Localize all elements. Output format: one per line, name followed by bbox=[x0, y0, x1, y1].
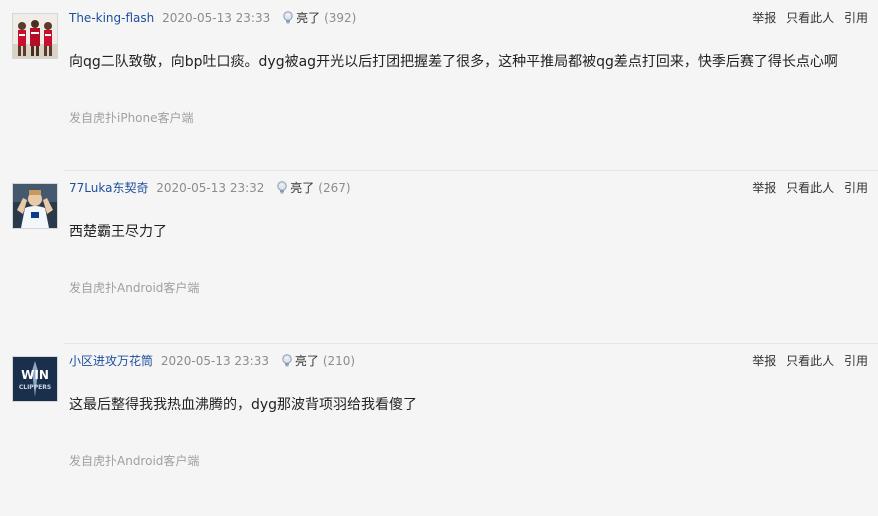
light-label: 亮了 bbox=[290, 181, 315, 195]
only-this-user-link[interactable]: 只看此人 bbox=[786, 354, 834, 368]
user-avatar[interactable]: WIN CLIPPERS bbox=[12, 356, 58, 402]
clippers-logo-avatar: WIN CLIPPERS bbox=[13, 357, 57, 401]
quote-link[interactable]: 引用 bbox=[844, 11, 868, 25]
quote-link[interactable]: 引用 bbox=[844, 354, 868, 368]
lightbulb-icon bbox=[282, 354, 292, 367]
post-actions: 举报 只看此人 引用 bbox=[746, 353, 868, 369]
post-time: 2020-05-13 23:33 bbox=[162, 11, 271, 25]
report-link[interactable]: 举报 bbox=[752, 354, 776, 368]
post-time: 2020-05-13 23:33 bbox=[160, 354, 269, 368]
only-this-user-link[interactable]: 只看此人 bbox=[786, 181, 834, 195]
svg-text:WIN: WIN bbox=[21, 368, 49, 382]
post-content: 这最后整得我我热血沸腾的，dyg那波背项羽给我看傻了 bbox=[69, 397, 418, 413]
post-meta: 77Luka东契奇 2020-05-13 23:32 亮了 (267) bbox=[69, 180, 351, 196]
player-photo-avatar bbox=[13, 184, 57, 228]
lightbulb-icon bbox=[283, 11, 293, 24]
light-count: (392) bbox=[324, 11, 357, 25]
reply-post: 77Luka东契奇 2020-05-13 23:32 亮了 (267) 举报 只看… bbox=[0, 170, 878, 343]
light-button[interactable]: 亮了 (392) bbox=[282, 10, 356, 26]
username-link[interactable]: 小区进攻万花筒 bbox=[69, 354, 153, 368]
report-link[interactable]: 举报 bbox=[752, 181, 776, 195]
only-this-user-link[interactable]: 只看此人 bbox=[786, 11, 834, 25]
lightbulb-icon bbox=[277, 181, 287, 194]
report-link[interactable]: 举报 bbox=[752, 11, 776, 25]
username-link[interactable]: 77Luka东契奇 bbox=[69, 181, 148, 195]
light-label: 亮了 bbox=[296, 11, 321, 25]
post-actions: 举报 只看此人 引用 bbox=[746, 180, 868, 196]
team-photo-avatar bbox=[13, 14, 57, 58]
light-label: 亮了 bbox=[294, 354, 319, 368]
post-divider bbox=[64, 170, 878, 171]
svg-text:CLIPPERS: CLIPPERS bbox=[19, 384, 51, 391]
post-source: 发自虎扑Android客户端 bbox=[69, 454, 200, 468]
post-divider bbox=[64, 343, 878, 344]
post-meta: 小区进攻万花筒 2020-05-13 23:33 亮了 (210) bbox=[69, 353, 355, 369]
light-count: (210) bbox=[322, 354, 356, 368]
post-actions: 举报 只看此人 引用 bbox=[746, 10, 868, 26]
post-source: 发自虎扑iPhone客户端 bbox=[69, 111, 194, 125]
user-avatar[interactable] bbox=[12, 183, 58, 229]
post-content: 向qg二队致敬，向bp吐口痰。dyg被ag开光以后打团把握差了很多，这种平推局都… bbox=[69, 54, 838, 70]
light-count: (267) bbox=[318, 181, 351, 195]
quote-link[interactable]: 引用 bbox=[844, 181, 868, 195]
reply-post: WIN CLIPPERS 小区进攻万花筒 2020-05-13 23:33 亮了… bbox=[0, 343, 878, 516]
post-content: 西楚霸王尽力了 bbox=[69, 224, 167, 240]
post-time: 2020-05-13 23:32 bbox=[156, 181, 265, 195]
reply-post: The-king-flash 2020-05-13 23:33 亮了 (392) … bbox=[0, 0, 878, 173]
username-link[interactable]: The-king-flash bbox=[69, 11, 154, 25]
light-button[interactable]: 亮了 (210) bbox=[281, 353, 355, 369]
post-source: 发自虎扑Android客户端 bbox=[69, 281, 200, 295]
light-button[interactable]: 亮了 (267) bbox=[276, 180, 351, 196]
user-avatar[interactable] bbox=[12, 13, 58, 59]
post-meta: The-king-flash 2020-05-13 23:33 亮了 (392) bbox=[69, 10, 356, 26]
